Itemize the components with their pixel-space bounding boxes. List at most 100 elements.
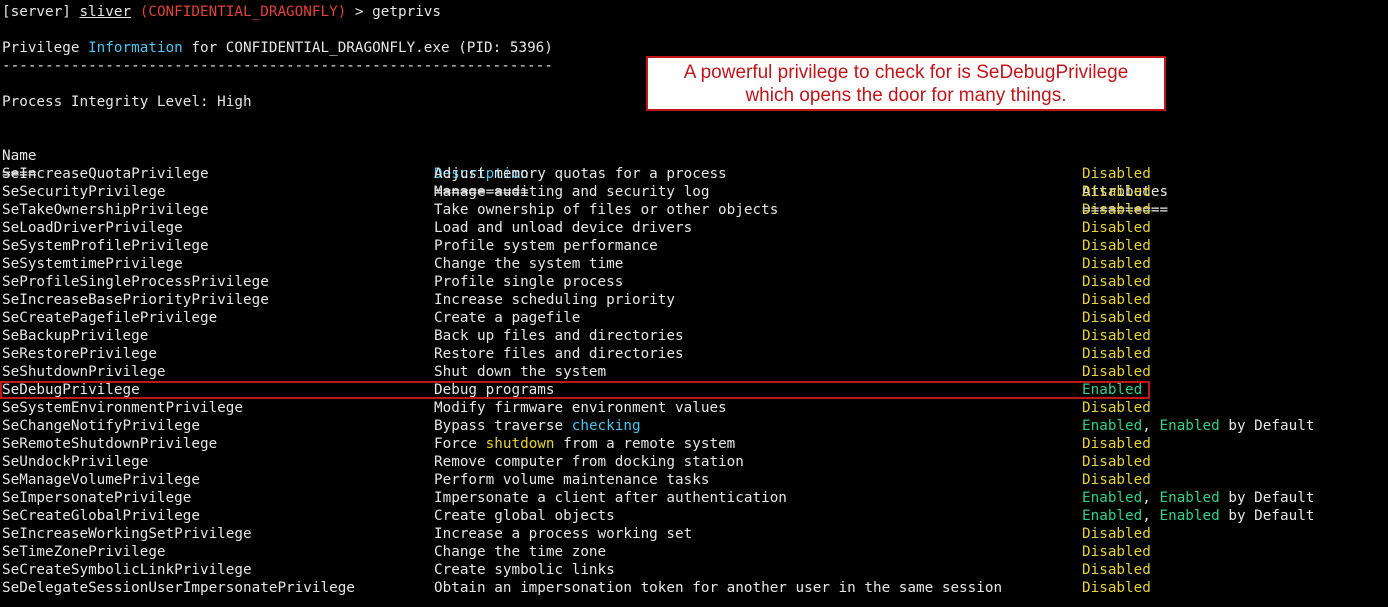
attribute-state: Enabled xyxy=(1159,508,1220,524)
privilege-description: Debug programs xyxy=(434,382,555,398)
privilege-name: SeTimeZonePrivilege xyxy=(2,544,166,560)
table-row: SeUndockPrivilege Remove computer from do… xyxy=(2,453,1386,471)
privilege-attributes: Disabled xyxy=(1082,345,1151,363)
privilege-attributes: Disabled xyxy=(1082,543,1151,561)
attribute-state: Disabled xyxy=(1082,454,1151,470)
privilege-attributes: Disabled xyxy=(1082,525,1151,543)
privilege-attributes: Disabled xyxy=(1082,165,1151,183)
privilege-description: Manage auditing and security log xyxy=(434,184,710,200)
table-row: SeCreatePagefilePrivilege Create a pagefi… xyxy=(2,309,1386,327)
table-row: SeRestorePrivilege Restore files and dire… xyxy=(2,345,1386,363)
privilege-name: SeRemoteShutdownPrivilege xyxy=(2,436,218,452)
privilege-name: SeLoadDriverPrivilege xyxy=(2,220,183,236)
privilege-description: Adjust memory quotas for a process xyxy=(434,166,727,182)
privilege-name: SeIncreaseBasePriorityPrivilege xyxy=(2,292,269,308)
attribute-state: Enabled xyxy=(1159,490,1220,506)
attribute-state: Disabled xyxy=(1082,166,1151,182)
privilege-attributes: Disabled xyxy=(1082,579,1151,597)
privilege-attributes: Disabled xyxy=(1082,327,1151,345)
privilege-name: SeCreatePagefilePrivilege xyxy=(2,310,218,326)
privilege-attributes: Disabled xyxy=(1082,237,1151,255)
attribute-state: Enabled xyxy=(1159,418,1220,434)
table-row: SeDebugPrivilege Debug programs Enabled xyxy=(2,381,1386,399)
attribute-state: Disabled xyxy=(1082,202,1151,218)
table-row: SeIncreaseWorkingSetPrivilege Increase a … xyxy=(2,525,1386,543)
server-tag: [server] xyxy=(2,4,80,20)
command-text: getprivs xyxy=(372,4,442,20)
privilege-name: SeSystemProfilePrivilege xyxy=(2,238,209,254)
privilege-description: Create symbolic links xyxy=(434,562,615,578)
privilege-description: Perform volume maintenance tasks xyxy=(434,472,710,488)
attribute-state: Disabled xyxy=(1082,580,1151,596)
callout-line-2: which opens the door for many things. xyxy=(745,85,1067,106)
privilege-header: Privilege Information for CONFIDENTIAL_D… xyxy=(2,40,553,56)
column-rules: ==== =========== ========== xyxy=(2,166,1169,218)
table-row: SeTakeOwnershipPrivilege Take ownership o… xyxy=(2,201,1386,219)
privilege-name: SeUndockPrivilege xyxy=(2,454,149,470)
attribute-state: Disabled xyxy=(1082,472,1151,488)
privilege-description: Load and unload device drivers xyxy=(434,220,693,236)
privilege-attributes: Disabled xyxy=(1082,183,1151,201)
privilege-description: Restore files and directories xyxy=(434,346,684,362)
table-row: SeChangeNotifyPrivilege Bypass traverse c… xyxy=(2,417,1386,435)
table-row: SeCreateSymbolicLinkPrivilege Create symb… xyxy=(2,561,1386,579)
table-row: SeSystemtimePrivilege Change the system t… xyxy=(2,255,1386,273)
privilege-description: Remove computer from docking station xyxy=(434,454,744,470)
privilege-table: SeIncreaseQuotaPrivilege Adjust memory qu… xyxy=(2,165,1386,597)
table-row: SeCreateGlobalPrivilege Create global obj… xyxy=(2,507,1386,525)
privilege-description: Profile single process xyxy=(434,274,624,290)
privilege-name: SeRestorePrivilege xyxy=(2,346,157,362)
privilege-attributes: Enabled, Enabled by Default xyxy=(1082,490,1315,506)
attribute-state: Disabled xyxy=(1082,400,1151,416)
privilege-description: Profile system performance xyxy=(434,238,658,254)
attribute-state: Enabled xyxy=(1082,508,1143,524)
table-row: SeSecurityPrivilege Manage auditing and s… xyxy=(2,183,1386,201)
privilege-attributes: Disabled xyxy=(1082,219,1151,237)
attribute-state: Disabled xyxy=(1082,238,1151,254)
table-row: SeLoadDriverPrivilege Load and unload dev… xyxy=(2,219,1386,237)
privilege-name: SeSecurityPrivilege xyxy=(2,184,166,200)
annotation-callout: A powerful privilege to check for is SeD… xyxy=(646,56,1166,111)
attribute-state: Enabled xyxy=(1082,382,1143,398)
attribute-state: Disabled xyxy=(1082,184,1151,200)
privilege-attributes: Disabled xyxy=(1082,453,1151,471)
privilege-name: SeShutdownPrivilege xyxy=(2,364,166,380)
privilege-name: SeSystemEnvironmentPrivilege xyxy=(2,400,244,416)
attribute-state: Disabled xyxy=(1082,364,1151,380)
privilege-attributes: Enabled, Enabled by Default xyxy=(1082,508,1315,524)
table-row: SeSystemProfilePrivilege Profile system p… xyxy=(2,237,1386,255)
privilege-name: SeDebugPrivilege xyxy=(2,382,140,398)
attribute-state: Disabled xyxy=(1082,544,1151,560)
privilege-attributes: Disabled xyxy=(1082,363,1151,381)
privilege-attributes: Disabled xyxy=(1082,399,1151,417)
privilege-description: Force shutdown from a remote system xyxy=(434,436,736,452)
privilege-description: Back up files and directories xyxy=(434,328,684,344)
attribute-state: Disabled xyxy=(1082,310,1151,326)
privilege-attributes: Disabled xyxy=(1082,255,1151,273)
description-keyword: checking xyxy=(571,418,641,434)
column-headers: Name Description Attributes xyxy=(2,129,1386,200)
privilege-attributes: Disabled xyxy=(1082,435,1151,453)
privilege-name: SeDelegateSessionUserImpersonatePrivileg… xyxy=(2,580,355,596)
privilege-attributes: Disabled xyxy=(1082,471,1151,489)
privilege-attributes: Disabled xyxy=(1082,309,1151,327)
attribute-state: Enabled xyxy=(1082,490,1143,506)
privilege-name: SeImpersonatePrivilege xyxy=(2,490,192,506)
privilege-description: Increase scheduling priority xyxy=(434,292,676,308)
prompt-arrow: > xyxy=(346,4,373,20)
session-target: (CONFIDENTIAL_DRAGONFLY) xyxy=(139,4,347,20)
privilege-description: Modify firmware environment values xyxy=(434,400,727,416)
privilege-attributes: Enabled, Enabled by Default xyxy=(1082,418,1315,434)
privilege-name: SeProfileSingleProcessPrivilege xyxy=(2,274,269,290)
attribute-state: Disabled xyxy=(1082,436,1151,452)
privilege-description: Obtain an impersonation token for anothe… xyxy=(434,580,1003,596)
privilege-attributes: Disabled xyxy=(1082,291,1151,309)
table-row: SeProfileSingleProcessPrivilege Profile s… xyxy=(2,273,1386,291)
attribute-state: Disabled xyxy=(1082,292,1151,308)
privilege-description: Impersonate a client after authenticatio… xyxy=(434,490,787,506)
table-row: SeIncreaseBasePriorityPrivilege Increase … xyxy=(2,291,1386,309)
privilege-attributes: Disabled xyxy=(1082,201,1151,219)
attribute-state: Enabled xyxy=(1082,418,1143,434)
